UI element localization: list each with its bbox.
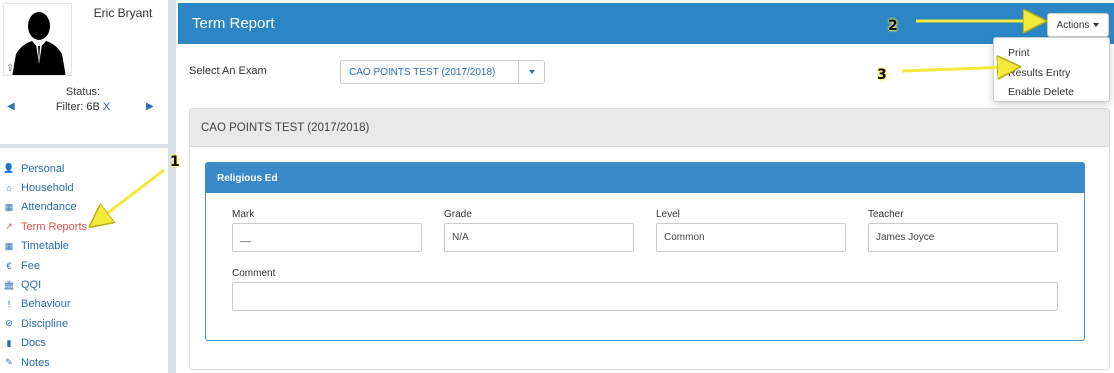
sidebar-item-discipline[interactable]: ⊘ Discipline (0, 314, 166, 333)
sidebar-item-docs[interactable]: ▮ Docs (0, 334, 166, 353)
sidebar-item-timetable[interactable]: ▦ Timetable (0, 237, 166, 256)
sidebar-item-label: Term Reports (21, 220, 88, 233)
sidebar-item-label: Personal (21, 162, 65, 175)
subject-panel: Religious Ed Mark __ Grade N/A Level Com… (205, 162, 1085, 341)
sidebar-item-label: Docs (21, 337, 47, 350)
student-photo: ⇪ (3, 3, 72, 76)
exam-select-label: Select An Exam (189, 65, 267, 77)
mark-label: Mark (232, 209, 255, 220)
filter-text: Filter: 6B X (0, 101, 166, 113)
page-root: ⇪ Eric Bryant Status: ◀ Filter: 6B X ▶ 👤 P… (0, 0, 1114, 373)
callout-1: 1 (170, 154, 180, 170)
exam-panel: CAO POINTS TEST (2017/2018) Religious Ed… (189, 108, 1110, 370)
menu-item-print[interactable]: Print (994, 44, 1109, 64)
exam-select[interactable]: CAO POINTS TEST (2017/2018) (340, 60, 545, 84)
sidebar-item-household[interactable]: ⌂ Household (0, 178, 166, 197)
caret-down-icon (529, 70, 535, 74)
comment-label: Comment (232, 268, 276, 279)
student-nav: 👤 Personal ⌂ Household ▦ Attendance ↗ Term R… (0, 159, 166, 372)
student-name: Eric Bryant (93, 6, 153, 20)
institution-icon: 🏛 (3, 279, 15, 290)
actions-label: Actions (1056, 19, 1090, 31)
sidebar-item-label: QQI (21, 279, 42, 292)
sidebar-item-label: Household (21, 182, 74, 195)
subject-title: Religious Ed (206, 163, 1084, 193)
main-content: Term Report Actions Print Results Entry … (178, 0, 1114, 373)
sidebar-item-label: Fee (21, 259, 40, 272)
menu-item-enable-delete[interactable]: Enable Delete (994, 83, 1109, 103)
clear-filter-button[interactable]: X (103, 101, 110, 113)
sidebar-splitter (168, 0, 176, 373)
menu-item-results-entry[interactable]: Results Entry (994, 64, 1109, 84)
home-icon: ⌂ (6, 183, 12, 194)
person-icon: 👤 (3, 163, 15, 174)
level-field[interactable]: Common (656, 223, 846, 252)
level-label: Level (656, 209, 680, 220)
line-chart-icon: ↗ (5, 221, 13, 232)
actions-button[interactable]: Actions (1047, 13, 1109, 37)
student-sidebar: ⇪ Eric Bryant Status: ◀ Filter: 6B X ▶ 👤 P… (0, 0, 170, 373)
callout-2: 2 (888, 18, 898, 34)
callout-3: 3 (877, 67, 887, 83)
euro-icon: € (6, 260, 12, 271)
edit-icon: ✎ (5, 357, 13, 368)
sidebar-item-label: Attendance (21, 201, 77, 214)
calendar-icon: ▦ (4, 240, 14, 251)
sidebar-item-notes[interactable]: ✎ Notes (0, 353, 166, 372)
sidebar-item-qqi[interactable]: 🏛 QQI (0, 275, 166, 294)
upload-icon[interactable]: ⇪ (6, 64, 16, 74)
sidebar-item-fee[interactable]: € Fee (0, 256, 166, 275)
filter-row: ◀ Filter: 6B X ▶ (0, 101, 166, 115)
sidebar-divider (0, 144, 168, 148)
document-icon: ▮ (6, 337, 12, 348)
page-header: Term Report Actions (178, 3, 1114, 44)
page-title: Term Report (192, 15, 275, 32)
exclamation-icon: ! (7, 299, 11, 310)
teacher-label: Teacher (868, 209, 904, 220)
status-label: Status: (65, 86, 101, 98)
sidebar-item-behaviour[interactable]: ! Behaviour (0, 295, 166, 314)
exam-select-value: CAO POINTS TEST (2017/2018) (349, 67, 496, 78)
caret-down-icon (1093, 23, 1100, 27)
comment-field[interactable] (232, 282, 1058, 311)
ban-icon: ⊘ (5, 318, 13, 329)
grade-label: Grade (444, 209, 472, 220)
actions-dropdown-menu: Print Results Entry Enable Delete (993, 37, 1110, 102)
sidebar-item-attendance[interactable]: ▦ Attendance (0, 198, 166, 217)
next-student-icon[interactable]: ▶ (146, 101, 156, 113)
calendar-icon: ▦ (4, 201, 14, 212)
teacher-field[interactable]: James Joyce (868, 223, 1058, 252)
mark-field[interactable]: __ (232, 223, 422, 252)
sidebar-item-label: Discipline (21, 317, 69, 330)
sidebar-item-label: Timetable (21, 240, 69, 253)
filter-label: Filter: 6B (55, 101, 100, 113)
grade-field[interactable]: N/A (444, 223, 634, 252)
sidebar-item-term-reports[interactable]: ↗ Term Reports (0, 217, 166, 236)
exam-select-toggle[interactable] (518, 61, 545, 83)
sidebar-item-label: Behaviour (21, 298, 71, 311)
sidebar-item-personal[interactable]: 👤 Personal (0, 159, 166, 178)
sidebar-item-label: Notes (21, 356, 50, 369)
exam-panel-title: CAO POINTS TEST (2017/2018) (190, 109, 1109, 147)
